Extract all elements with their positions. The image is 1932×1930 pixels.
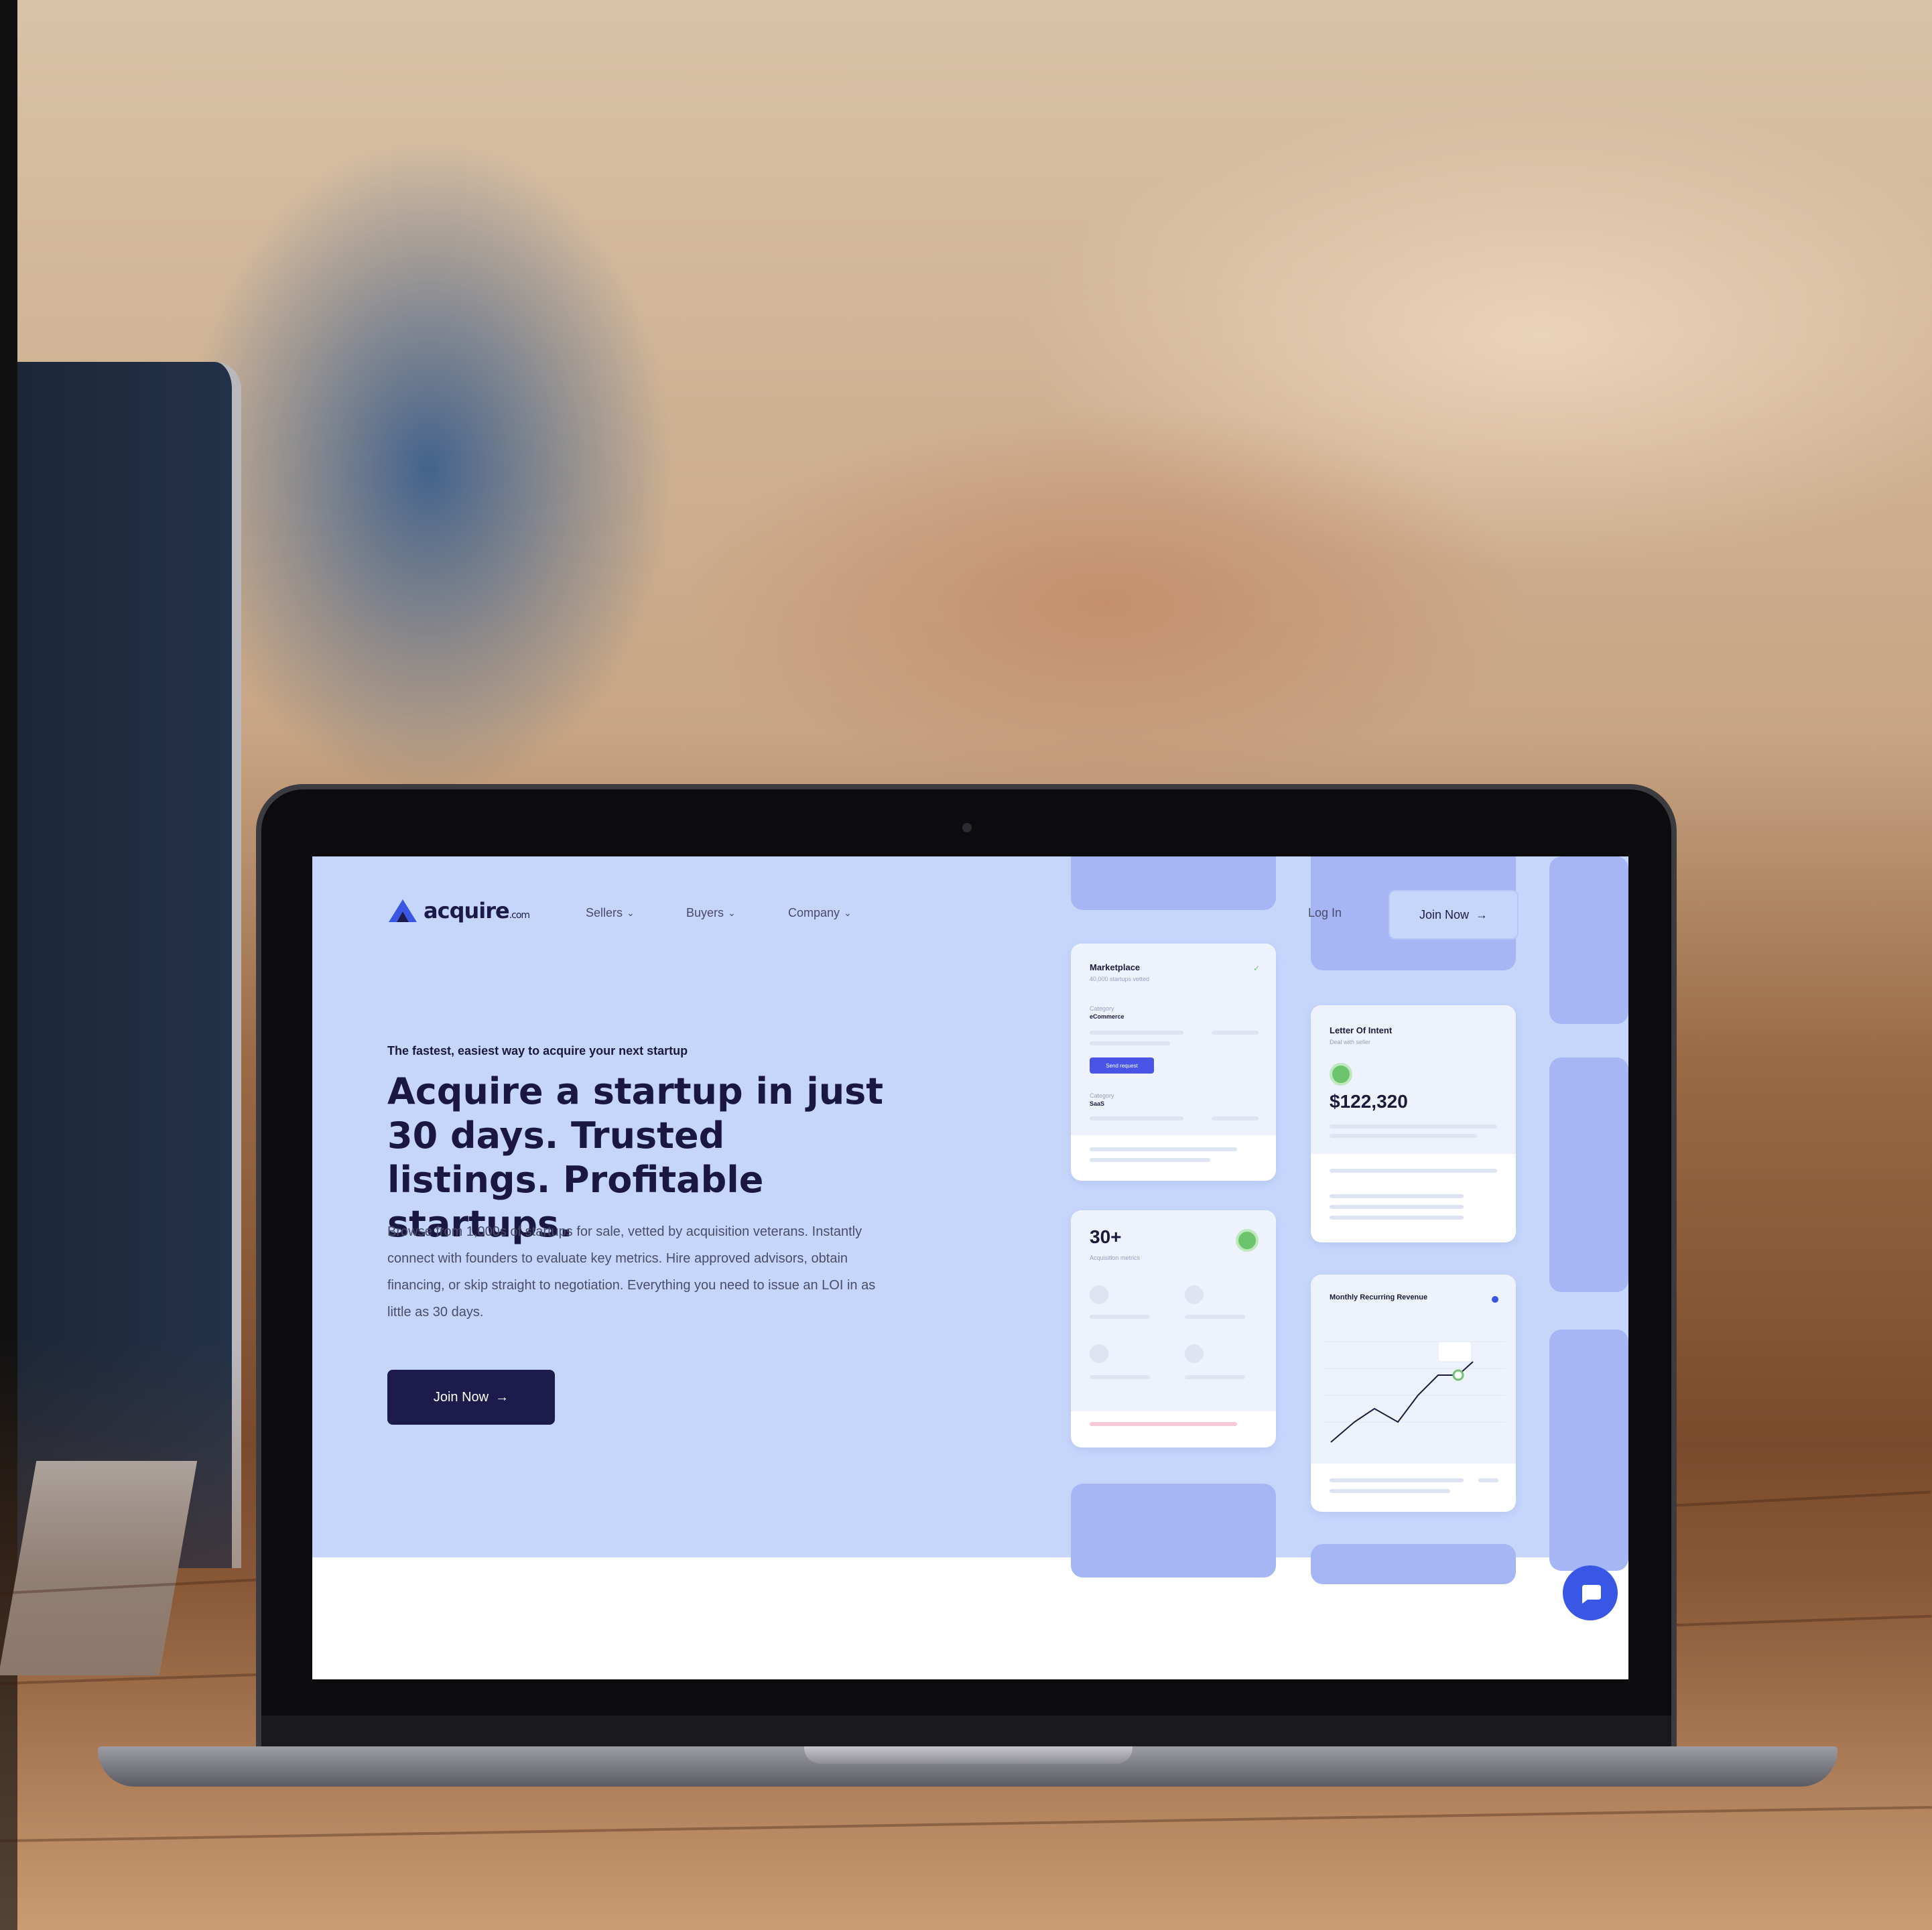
chevron-down-icon: ⌄ [627,907,635,918]
placeholder-line [1090,1158,1210,1162]
stat-subtitle: Acquisition metrics [1090,1254,1141,1261]
hero-section: acquire.com Sellers ⌄ Buyers ⌄ Company ⌄… [312,856,1628,1584]
metric-icon [1090,1344,1108,1363]
placeholder-line [1330,1478,1464,1482]
placeholder-line [1090,1041,1170,1045]
placeholder-line [1090,1147,1237,1151]
laptop-notch [804,1746,1133,1764]
nav-sellers-label: Sellers [586,906,623,919]
marketplace-card: Marketplace 40,000 startups vetted ✓ Cat… [1071,944,1276,1181]
decor-block [1549,1057,1628,1292]
status-dot [1492,1296,1498,1303]
check-icon: ✓ [1253,964,1261,973]
placeholder-line [1212,1031,1259,1035]
hero-tagline: The fastest, easiest way to acquire your… [387,1044,688,1057]
placeholder-line [1090,1375,1150,1379]
arrow-right-icon: → [495,1389,509,1405]
placeholder-line [1090,1116,1183,1120]
metric-icon [1185,1285,1204,1304]
placeholder-line [1330,1205,1464,1209]
arrow-right-icon: → [1476,907,1488,921]
nav-company-label: Company [788,906,840,919]
placeholder-line [1330,1489,1450,1493]
send-request-button[interactable]: Send request [1090,1057,1154,1074]
metric-icon [1090,1285,1108,1304]
category-value: eCommerce [1090,1013,1124,1020]
mrr-card: Monthly Recurring Revenue [1311,1275,1516,1512]
placeholder-line [1185,1375,1245,1379]
nav-sellers[interactable]: Sellers ⌄ [586,906,635,920]
placeholder-line [1090,1315,1150,1319]
loi-title: Letter Of Intent [1330,1025,1393,1035]
decor-block [1311,1544,1516,1584]
chat-button[interactable] [1563,1565,1618,1620]
marketplace-title: Marketplace [1090,962,1141,972]
placeholder-line [1185,1315,1245,1319]
laptop-chin [261,1716,1671,1748]
placeholder-line [1212,1116,1259,1120]
stat-card: 30+ Acquisition metrics [1071,1210,1276,1448]
decor-block [1549,1330,1628,1571]
chat-bubble-icon [1582,1585,1601,1604]
hero-description: Browse from 1,000s of startups for sale,… [387,1224,876,1320]
placeholder-line [1330,1124,1497,1129]
loi-subtitle: Deal with seller [1330,1039,1371,1045]
webcam [962,823,972,832]
category-label: Category [1090,1005,1114,1012]
stat-value: 30+ [1090,1226,1122,1247]
placeholder-line [1330,1134,1477,1138]
join-now-nav-label: Join Now [1419,907,1470,921]
check-icon [1330,1063,1352,1086]
join-now-button[interactable]: Join Now → [387,1370,555,1425]
placeholder-line [1090,1031,1183,1035]
placeholder-line [1330,1216,1464,1220]
mrr-sparkline [1324,1341,1505,1443]
logo-text: acquire.com [424,898,530,923]
placeholder-line [1090,1422,1237,1426]
decor-block [1549,856,1628,1024]
placeholder-line [1330,1169,1497,1173]
decor-block [1071,1484,1276,1578]
mrr-title: Monthly Recurring Revenue [1330,1293,1428,1301]
chevron-down-icon: ⌄ [728,907,736,918]
login-link[interactable]: Log In [1308,906,1342,920]
join-now-nav-button[interactable]: Join Now → [1389,890,1519,940]
loi-value: $122,320 [1330,1091,1408,1112]
nav-buyers[interactable]: Buyers ⌄ [686,906,736,920]
chevron-down-icon: ⌄ [844,907,852,918]
metric-icon [1185,1344,1204,1363]
decor-block [1071,856,1276,910]
placeholder-line [1478,1478,1498,1482]
placeholder-line [1330,1194,1464,1198]
letter-of-intent-card: Letter Of Intent Deal with seller $122,3… [1311,1005,1516,1242]
nav-buyers-label: Buyers [686,906,724,919]
join-now-label: Join Now [433,1389,489,1405]
site-logo[interactable]: acquire.com [387,898,530,923]
acquire-logo-icon [389,899,417,922]
marketplace-subtitle: 40,000 startups vetted [1090,976,1150,982]
nav-company[interactable]: Company ⌄ [788,906,852,920]
check-icon [1236,1229,1259,1252]
category-label: Category [1090,1092,1114,1099]
category-value: SaaS [1090,1100,1105,1107]
laptop-screen: acquire.com Sellers ⌄ Buyers ⌄ Company ⌄… [312,856,1628,1679]
